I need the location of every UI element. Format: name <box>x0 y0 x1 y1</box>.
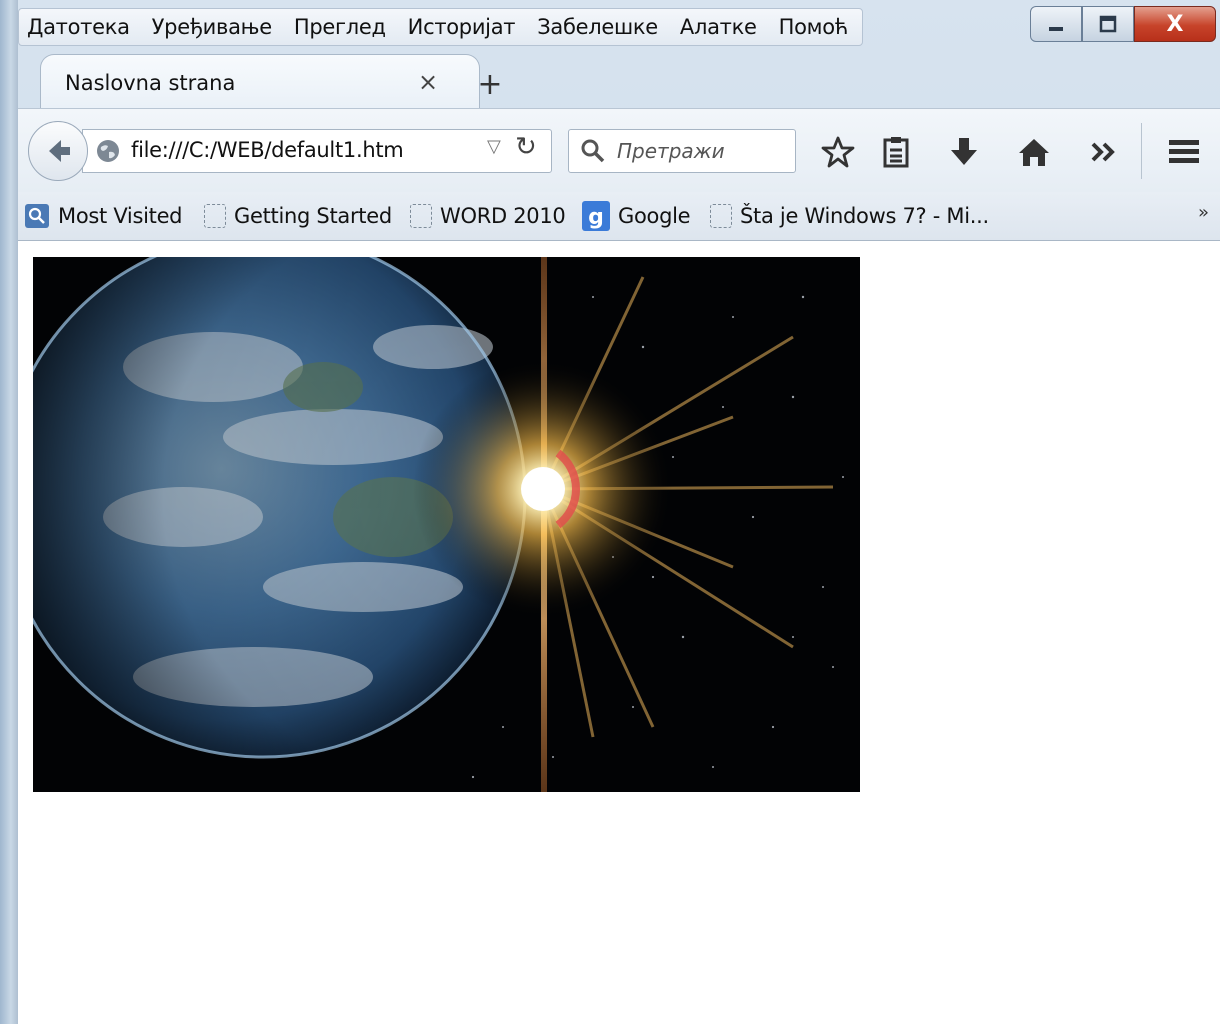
url-text[interactable]: file:///C:/WEB/default1.htm <box>131 138 404 162</box>
window-controls: X <box>1030 6 1216 42</box>
menu-help[interactable]: Помоћ <box>779 15 849 39</box>
menu-bar: Датотека Уређивање Преглед Историјат Заб… <box>18 8 863 46</box>
search-box[interactable]: Претражи <box>568 129 796 173</box>
star-icon <box>821 136 855 168</box>
tab-close-icon[interactable]: × <box>413 67 443 97</box>
back-arrow-icon <box>49 140 70 162</box>
search-icon <box>581 139 605 163</box>
double-chevron-icon <box>1091 142 1115 162</box>
back-button[interactable] <box>28 121 88 181</box>
hamburger-icon <box>1169 140 1199 163</box>
new-tab-icon[interactable]: + <box>473 68 507 102</box>
toolbar-separator <box>1141 123 1142 179</box>
download-arrow-icon <box>951 138 977 165</box>
navigation-toolbar: file:///C:/WEB/default1.htm ▽ ↻ Претражи <box>18 108 1220 193</box>
google-icon: g <box>582 201 610 231</box>
most-visited-icon <box>25 204 49 228</box>
tab-naslovna-strana[interactable]: Naslovna strana × <box>40 54 480 112</box>
bookmark-label: Google <box>618 204 691 228</box>
overflow-toolbar-button[interactable] <box>1084 133 1124 171</box>
page-content <box>18 241 1220 1024</box>
menu-button[interactable] <box>1164 133 1204 171</box>
globe-icon <box>97 140 119 162</box>
restore-icon <box>1099 15 1117 33</box>
close-icon: X <box>1166 11 1184 37</box>
bookmark-label: Šta je Windows 7? - Mi... <box>740 204 989 228</box>
bookmark-label: Most Visited <box>58 204 183 228</box>
blank-page-icon <box>710 204 732 228</box>
minimize-icon <box>1049 27 1063 31</box>
close-window-button[interactable]: X <box>1134 6 1216 42</box>
reading-list-button[interactable] <box>876 133 916 171</box>
bookmarks-overflow-icon[interactable]: » <box>1198 202 1209 223</box>
bookmark-label: Getting Started <box>234 204 392 228</box>
window-edge <box>0 0 18 1024</box>
menu-file[interactable]: Датотека <box>27 15 130 39</box>
blank-page-icon <box>410 204 432 228</box>
earth-sunrise-image <box>33 257 860 792</box>
reload-icon[interactable]: ↻ <box>515 132 537 162</box>
tab-strip: Naslovna strana × + <box>18 46 1220 112</box>
home-button[interactable] <box>1014 133 1054 171</box>
bookmarks-toolbar: Most Visited Getting Started WORD 2010 g… <box>18 192 1220 241</box>
bookmark-star-button[interactable] <box>818 133 858 171</box>
downloads-button[interactable] <box>944 133 984 171</box>
minimize-button[interactable] <box>1030 6 1082 42</box>
blank-page-icon <box>204 204 226 228</box>
menu-view[interactable]: Преглед <box>294 15 386 39</box>
maximize-button[interactable] <box>1082 6 1134 42</box>
bookmark-google[interactable]: g Google <box>582 200 691 232</box>
svg-text:g: g <box>588 205 604 230</box>
bookmark-word-2010[interactable]: WORD 2010 <box>410 200 566 232</box>
menu-history[interactable]: Историјат <box>408 15 516 39</box>
bookmark-getting-started[interactable]: Getting Started <box>204 200 392 232</box>
url-bar[interactable]: file:///C:/WEB/default1.htm ▽ ↻ <box>82 129 552 173</box>
search-placeholder: Претражи <box>617 139 725 163</box>
bookmark-windows-7[interactable]: Šta je Windows 7? - Mi... <box>710 200 989 232</box>
bookmark-most-visited[interactable]: Most Visited <box>24 200 183 232</box>
url-dropdown-icon[interactable]: ▽ <box>487 136 501 157</box>
menu-bookmarks[interactable]: Забелешке <box>537 15 658 39</box>
clipboard-icon <box>883 137 909 168</box>
menu-tools[interactable]: Алатке <box>680 15 757 39</box>
tab-title: Naslovna strana <box>65 71 236 95</box>
menu-edit[interactable]: Уређивање <box>152 15 272 39</box>
home-icon <box>1019 139 1049 166</box>
bookmark-label: WORD 2010 <box>440 204 566 228</box>
